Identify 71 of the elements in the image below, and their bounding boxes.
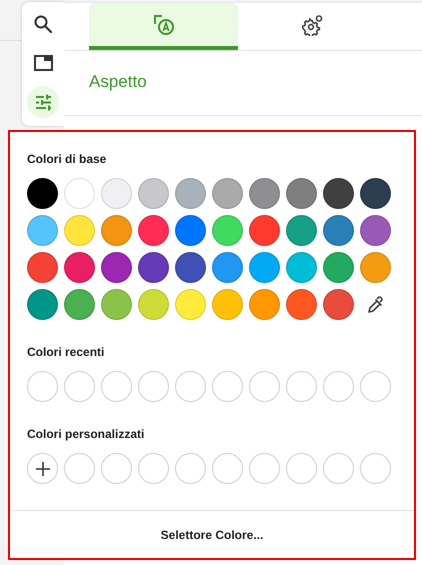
color-swatch[interactable] [101,178,132,209]
color-swatch[interactable] [249,252,280,283]
color-swatch[interactable] [64,215,95,246]
color-swatch[interactable] [286,252,317,283]
empty-swatch[interactable] [249,453,280,484]
appearance-icon [152,14,174,36]
color-swatch[interactable] [360,178,391,209]
empty-swatch[interactable] [64,453,95,484]
color-swatch[interactable] [323,289,354,320]
empty-swatch[interactable] [27,371,58,402]
empty-swatch[interactable] [64,371,95,402]
color-swatch[interactable] [286,289,317,320]
color-swatch[interactable] [323,178,354,209]
color-swatch[interactable] [27,178,58,209]
empty-swatch[interactable] [286,371,317,402]
color-swatch[interactable] [249,215,280,246]
empty-swatch[interactable] [323,453,354,484]
color-swatch[interactable] [249,178,280,209]
add-color-button[interactable] [27,453,58,484]
group-title: Colori recenti [27,345,106,360]
tab[interactable] [89,3,238,50]
color-swatch[interactable] [323,215,354,246]
color-swatch[interactable] [138,215,169,246]
color-picker-button[interactable]: Selettore Colore... [152,524,272,546]
empty-swatch[interactable] [138,371,169,402]
color-swatch[interactable] [175,289,206,320]
gear-icon [302,14,324,36]
eyedropper-icon[interactable] [366,294,386,314]
color-swatch[interactable] [212,215,243,246]
color-swatch[interactable] [138,178,169,209]
color-swatch[interactable] [212,252,243,283]
color-swatch[interactable] [138,252,169,283]
color-swatch[interactable] [64,252,95,283]
color-swatch[interactable] [101,215,132,246]
empty-swatch[interactable] [360,453,391,484]
color-swatch[interactable] [101,289,132,320]
color-swatch[interactable] [101,252,132,283]
empty-swatch[interactable] [212,453,243,484]
empty-swatch[interactable] [101,453,132,484]
color-swatch[interactable] [27,289,58,320]
color-swatch[interactable] [27,252,58,283]
empty-swatch[interactable] [286,453,317,484]
color-swatch[interactable] [286,215,317,246]
color-swatch[interactable] [175,178,206,209]
empty-swatch[interactable] [175,371,206,402]
empty-swatch[interactable] [175,453,206,484]
color-swatch[interactable] [27,215,58,246]
empty-swatch[interactable] [138,453,169,484]
group-title: Colori di base [27,152,108,167]
color-swatch[interactable] [212,178,243,209]
color-swatch[interactable] [64,289,95,320]
color-swatch[interactable] [323,252,354,283]
group-title: Colori personalizzati [27,427,146,442]
empty-swatch[interactable] [323,371,354,402]
search-icon [32,14,54,34]
color-swatch[interactable] [249,289,280,320]
empty-swatch[interactable] [360,371,391,402]
section-title: Aspetto [64,51,422,116]
empty-swatch[interactable] [249,371,280,402]
color-swatch[interactable] [138,289,169,320]
color-swatch[interactable] [175,215,206,246]
color-swatch[interactable] [286,178,317,209]
color-swatch[interactable] [212,289,243,320]
color-swatch[interactable] [360,252,391,283]
color-swatch[interactable] [360,215,391,246]
plus-icon [36,462,50,476]
color-swatch[interactable] [175,252,206,283]
color-swatch[interactable] [64,178,95,209]
empty-swatch[interactable] [101,371,132,402]
window-icon [32,52,54,74]
empty-swatch[interactable] [212,371,243,402]
